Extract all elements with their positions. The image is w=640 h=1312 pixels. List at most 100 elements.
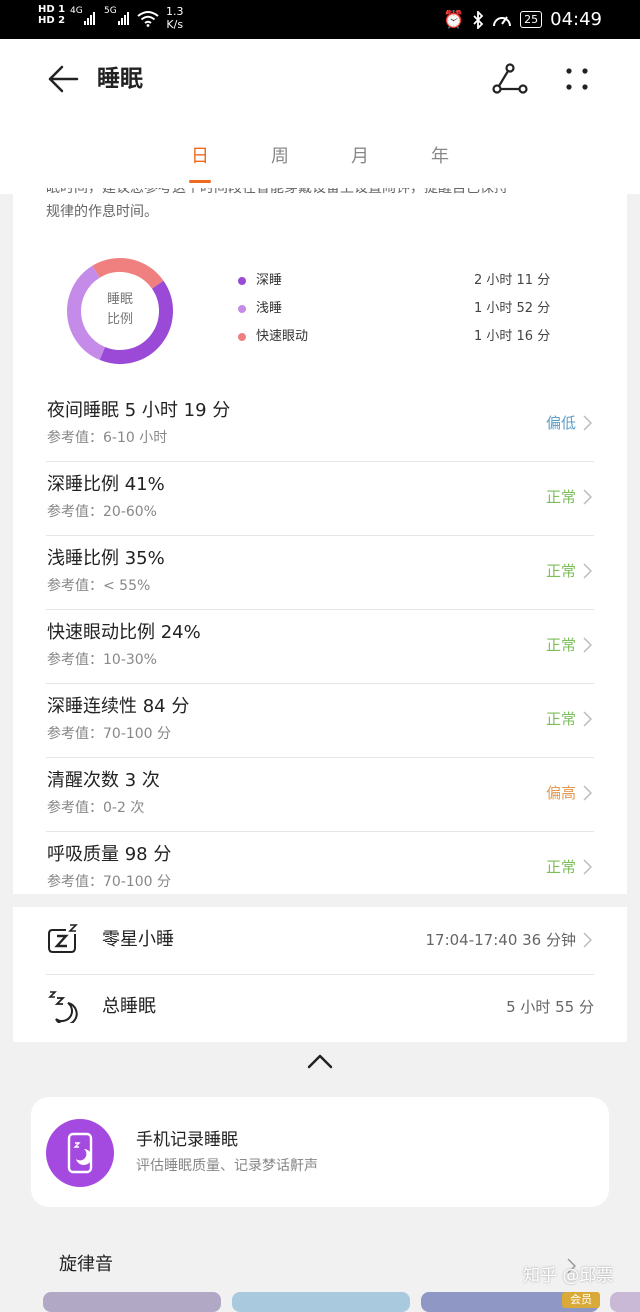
status-bar: HD 1 HD 2 4G 5G 1.3 K/s ⏰ 25 04:49 (0, 0, 640, 39)
legend-value: 1 小时 52 分 (474, 301, 551, 316)
metrics-list: 夜间睡眠 5 小时 19 分 参考值：6-10 小时 偏低 深睡比例 41% 参… (46, 388, 594, 905)
metric-reference: 参考值：< 55% (47, 578, 151, 594)
metric-status: 偏高 (545, 784, 576, 802)
legend-name: 快速眼动 (256, 329, 309, 344)
tab-week[interactable]: 周 (260, 144, 300, 170)
metric-title: 清醒次数 3 次 (47, 770, 160, 791)
legend-item: 深睡 2 小时 11 分 (236, 270, 556, 298)
phone-record-subtitle: 评估睡眠质量、记录梦话鼾声 (136, 1158, 318, 1174)
metric-reference: 参考值：20-60% (47, 504, 157, 520)
melody-thumbnail[interactable] (43, 1292, 221, 1312)
nap-time: 17:04-17:40 36 分钟 (425, 931, 577, 949)
metric-reference: 参考值：6-10 小时 (47, 430, 168, 446)
legend-item: 浅睡 1 小时 52 分 (236, 298, 556, 326)
metric-deep-continuity[interactable]: 深睡连续性 84 分 参考值：70-100 分 正常 (46, 684, 594, 758)
metric-light-ratio[interactable]: 浅睡比例 35% 参考值：< 55% 正常 (46, 536, 594, 610)
watermark: 知乎 @邱票 (523, 1266, 614, 1286)
advice-line-2: 规律的作息时间。 (46, 204, 158, 220)
chevron-right-icon (583, 489, 592, 505)
hd2-label: HD 2 (38, 15, 66, 26)
metric-status: 正常 (545, 636, 576, 654)
total-sleep-row: 总睡眠 5 小时 55 分 (46, 975, 594, 1041)
signal-icon (118, 12, 129, 25)
legend-name: 浅睡 (256, 301, 283, 316)
chevron-right-icon (583, 785, 592, 801)
metric-reference: 参考值：10-30% (47, 652, 157, 668)
melody-section-title: 旋律音 (59, 1254, 113, 1275)
legend-item: 快速眼动 1 小时 16 分 (236, 326, 556, 354)
legend-dot (238, 305, 246, 313)
speed-unit: K/s (166, 18, 184, 31)
network-type-2: 5G (104, 6, 117, 16)
bluetooth-icon (473, 10, 484, 29)
chevron-right-icon (583, 932, 592, 948)
speedometer-icon (493, 15, 512, 26)
sim-indicator: HD 1 HD 2 (38, 4, 65, 26)
period-tabs: 日 周 月 年 (160, 144, 480, 184)
tab-month[interactable]: 月 (340, 144, 380, 170)
speed-value: 1.3 (166, 5, 184, 18)
metric-reference: 参考值：0-2 次 (47, 800, 145, 816)
advice-line-1: 眠时间，建议您参考这个时间段在智能穿戴设备上设置闹钟，提醒自己保持 (46, 188, 508, 196)
network-speed: 1.3 K/s (166, 5, 184, 31)
nap-zz-icon (48, 924, 78, 953)
tab-day[interactable]: 日 (180, 144, 220, 170)
metric-title: 深睡比例 41% (47, 474, 165, 495)
metric-status: 正常 (545, 562, 576, 580)
phone-record-icon (46, 1119, 114, 1187)
metric-reference: 参考值：70-100 分 (47, 726, 172, 742)
metric-title: 浅睡比例 35% (47, 548, 165, 569)
phone-record-title: 手机记录睡眠 (136, 1130, 238, 1150)
hd1-label: HD 1 (38, 4, 66, 15)
metric-rem-ratio[interactable]: 快速眼动比例 24% 参考值：10-30% 正常 (46, 610, 594, 684)
signal-icon (84, 12, 95, 25)
chevron-right-icon (583, 859, 592, 875)
donut-label-line-1: 睡眠 (106, 292, 133, 307)
metric-status: 正常 (545, 858, 576, 876)
legend-dot (238, 277, 246, 285)
total-sleep-value: 5 小时 55 分 (506, 998, 594, 1016)
active-tab-indicator (189, 180, 211, 183)
donut-segment-rem (92, 258, 164, 289)
metric-title: 呼吸质量 98 分 (47, 844, 172, 865)
metric-deep-ratio[interactable]: 深睡比例 41% 参考值：20-60% 正常 (46, 462, 594, 536)
donut-center-label: 睡眠 比例 (66, 290, 174, 330)
total-sleep-label: 总睡眠 (102, 996, 156, 1017)
metric-status: 偏低 (545, 414, 576, 432)
clock: 04:49 (550, 9, 602, 30)
status-right: ⏰ 25 04:49 (443, 9, 602, 30)
metric-title: 快速眼动比例 24% (47, 622, 201, 643)
metric-breathing-quality[interactable]: 呼吸质量 98 分 参考值：70-100 分 正常 (46, 832, 594, 905)
metric-status: 正常 (545, 488, 576, 506)
phone-sleep-record-card[interactable] (31, 1097, 609, 1207)
battery-icon: 25 (520, 11, 543, 28)
metric-night-sleep[interactable]: 夜间睡眠 5 小时 19 分 参考值：6-10 小时 偏低 (46, 388, 594, 462)
melody-thumbnail[interactable] (232, 1292, 410, 1312)
chevron-right-icon (583, 711, 592, 727)
metric-status: 正常 (545, 710, 576, 728)
collapse-chevron-up-icon[interactable] (306, 1052, 334, 1070)
nap-row[interactable]: 零星小睡 17:04-17:40 36 分钟 (46, 908, 594, 975)
legend-value: 2 小时 11 分 (474, 273, 551, 288)
metric-title: 夜间睡眠 5 小时 19 分 (47, 400, 231, 421)
alarm-icon: ⏰ (442, 9, 465, 30)
melody-thumbnail[interactable] (610, 1292, 640, 1312)
legend-value: 1 小时 16 分 (474, 329, 551, 344)
wifi-icon (137, 11, 159, 27)
tab-year[interactable]: 年 (420, 144, 460, 170)
metric-title: 深睡连续性 84 分 (47, 696, 190, 717)
share-icon[interactable] (492, 62, 528, 96)
legend-name: 深睡 (256, 273, 283, 288)
donut-legend: 深睡 2 小时 11 分 浅睡 1 小时 52 分 快速眼动 1 小时 16 分 (236, 270, 556, 354)
network-type-1: 4G (70, 6, 83, 16)
back-arrow-icon[interactable] (46, 64, 80, 94)
sleep-moon-icon (48, 991, 78, 1023)
legend-dot (238, 333, 246, 341)
advice-text: 眠时间，建议您参考这个时间段在智能穿戴设备上设置闹钟，提醒自己保持 规律的作息时… (46, 188, 606, 224)
chevron-right-icon (583, 637, 592, 653)
page-title: 睡眠 (97, 66, 143, 92)
nap-label: 零星小睡 (102, 929, 174, 950)
metric-awake-count[interactable]: 清醒次数 3 次 参考值：0-2 次 偏高 (46, 758, 594, 832)
phone-moon-icon (67, 1132, 93, 1174)
more-options-icon[interactable] (560, 62, 594, 96)
